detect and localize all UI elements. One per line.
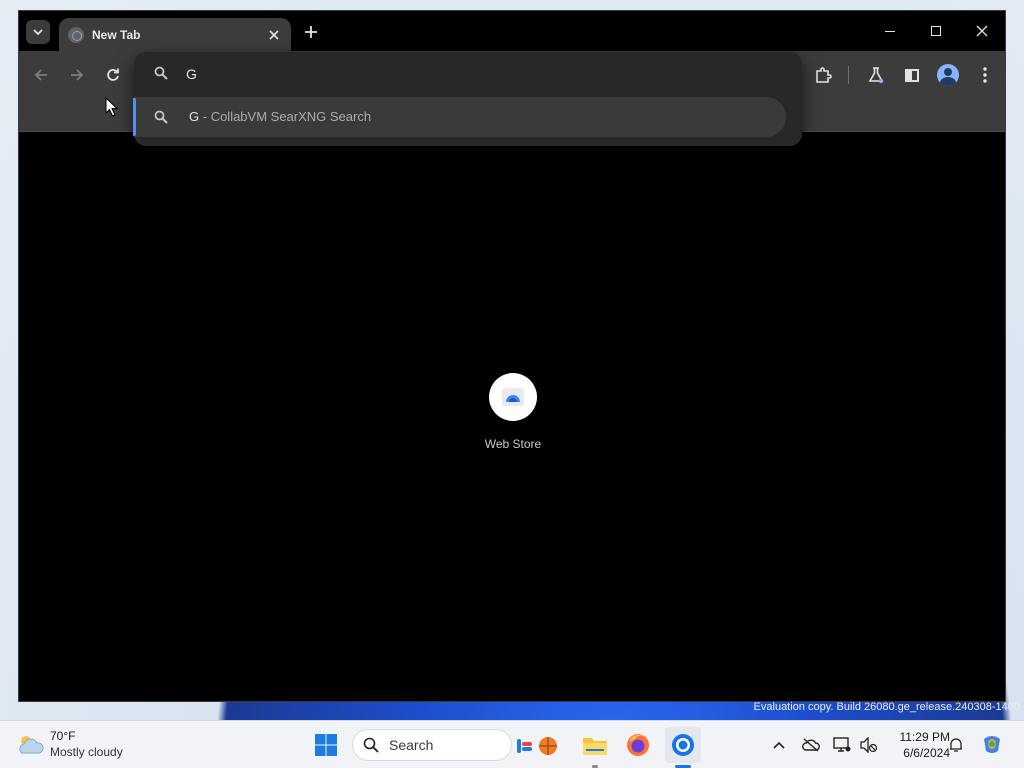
taskbar-file-explorer[interactable] — [577, 727, 613, 763]
search-icon — [154, 110, 168, 124]
bell-icon — [950, 738, 962, 752]
taskbar: 70°F Mostly cloudy Search 11:29 PM 6/6/2… — [0, 720, 1024, 768]
web-store-icon — [489, 373, 537, 421]
chevron-up-icon — [773, 741, 785, 749]
search-icon — [154, 66, 168, 80]
copilot-icon — [984, 736, 1000, 753]
show-hidden-icons-button[interactable] — [769, 735, 789, 755]
copilot-button[interactable] — [980, 733, 1004, 757]
close-icon — [269, 29, 279, 40]
weather-widget[interactable]: 70°F Mostly cloudy — [16, 729, 123, 759]
evaluation-watermark: Evaluation copy. Build 26080.ge_release.… — [753, 701, 1020, 713]
new-tab-button[interactable] — [299, 20, 323, 44]
tab-new-tab[interactable]: New Tab — [59, 18, 291, 51]
search-icon — [363, 737, 379, 753]
maximize-button[interactable] — [913, 11, 959, 51]
mouse-cursor-icon — [105, 97, 118, 117]
toolbar-divider — [848, 66, 849, 84]
minimize-icon — [885, 30, 895, 32]
shortcut-label: Web Store — [484, 437, 542, 451]
side-panel-button[interactable] — [898, 62, 926, 88]
volume-tray-button[interactable] — [859, 735, 879, 755]
back-button[interactable] — [27, 62, 55, 88]
clock-date: 6/6/2024 — [903, 746, 950, 760]
weather-temperature: 70°F — [50, 729, 76, 743]
close-icon — [976, 25, 988, 37]
omnibox-dropdown: G - CollabVM SearXNG Search — [133, 52, 802, 146]
address-bar-input[interactable] — [186, 64, 766, 84]
browser-window: New Tab G G - CollabVM SearXNG Search We… — [18, 10, 1006, 702]
windows-logo-icon — [315, 734, 337, 756]
omnibox-suggestion[interactable]: G - CollabVM SearXNG Search — [133, 97, 786, 137]
cloudy-weather-icon — [16, 733, 44, 755]
puzzle-icon — [816, 67, 832, 83]
suggestion-description: CollabVM SearXNG Search — [210, 109, 372, 124]
suggestion-text: G - CollabVM SearXNG Search — [189, 109, 371, 124]
clock-time: 11:29 PM — [899, 730, 950, 744]
start-button[interactable] — [308, 727, 344, 763]
notifications-button[interactable] — [946, 735, 966, 755]
profile-avatar[interactable] — [937, 64, 959, 86]
title-bar: New Tab — [19, 11, 1005, 51]
weather-condition: Mostly cloudy — [50, 745, 123, 759]
reload-icon — [107, 68, 119, 81]
menu-button[interactable] — [971, 62, 999, 88]
globe-icon — [68, 26, 84, 43]
chrome-icon — [672, 734, 694, 756]
minimize-button[interactable] — [867, 11, 913, 51]
cloud-offline-icon — [802, 738, 820, 752]
arrow-right-icon — [71, 69, 84, 81]
taskbar-firefox[interactable] — [620, 727, 656, 763]
chevron-down-icon — [33, 29, 43, 36]
search-highlight-icon — [517, 737, 557, 755]
suggestion-query: G — [189, 109, 200, 124]
shortcut-web-store[interactable]: Web Store — [479, 373, 547, 451]
chrome-labs-button[interactable] — [862, 62, 890, 88]
reload-button[interactable] — [99, 62, 127, 88]
side-panel-icon — [905, 68, 919, 82]
taskbar-search-label: Search — [389, 737, 434, 753]
onedrive-tray-button[interactable] — [801, 735, 821, 755]
folder-icon — [583, 738, 607, 755]
forward-button[interactable] — [63, 62, 91, 88]
arrow-left-icon — [34, 69, 47, 81]
suggestion-separator: - — [199, 109, 211, 124]
taskbar-chrome[interactable] — [665, 727, 701, 763]
flask-icon — [868, 67, 884, 84]
system-clock[interactable]: 11:29 PM 6/6/2024 — [880, 729, 950, 761]
extensions-button[interactable] — [809, 62, 837, 88]
network-tray-button[interactable] — [832, 735, 852, 755]
taskbar-search[interactable]: Search — [352, 729, 557, 761]
firefox-icon — [627, 734, 649, 756]
close-window-button[interactable] — [959, 11, 1005, 51]
plus-icon — [305, 26, 317, 38]
more-vert-icon — [983, 67, 987, 83]
tab-close-button[interactable] — [263, 24, 285, 46]
tab-search-button[interactable] — [26, 20, 50, 44]
speaker-muted-icon — [860, 737, 878, 753]
tab-title: New Tab — [92, 27, 141, 42]
network-icon — [833, 737, 851, 752]
maximize-icon — [931, 26, 941, 36]
